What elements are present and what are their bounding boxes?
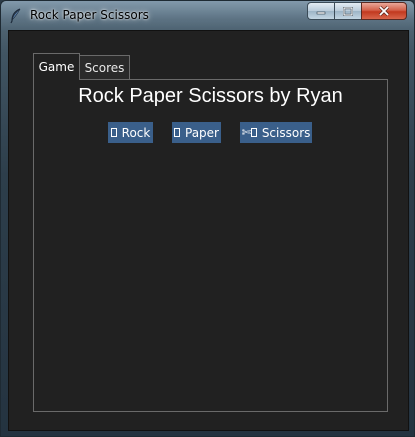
tab-scores[interactable]: Scores	[80, 55, 130, 79]
app-window: Rock Paper Scissors Game Scores Rock Pap…	[0, 0, 415, 437]
paper-button[interactable]: Paper	[172, 122, 221, 143]
client-area: Game Scores Rock Paper Scissors by Ryan …	[8, 30, 409, 431]
feather-icon	[10, 8, 21, 24]
paper-icon	[174, 128, 180, 137]
missing-glyph-icon	[250, 128, 257, 137]
caption-buttons	[307, 2, 407, 21]
rock-icon	[110, 128, 117, 137]
scissors-icon: ✄	[241, 126, 251, 139]
tab-game[interactable]: Game	[33, 53, 80, 80]
title-bar[interactable]: Rock Paper Scissors	[1, 1, 414, 31]
page-title: Rock Paper Scissors by Ryan	[78, 85, 343, 107]
paper-button-label: Paper	[185, 125, 219, 140]
maximize-button[interactable]	[334, 2, 361, 20]
rock-button[interactable]: Rock	[108, 122, 153, 143]
close-button[interactable]	[361, 2, 407, 20]
scissors-button[interactable]: ✄ Scissors	[240, 122, 312, 143]
game-panel: Rock Paper Scissors by Ryan Rock Paper ✄…	[33, 79, 388, 412]
window-title: Rock Paper Scissors	[30, 8, 149, 22]
minimize-icon	[316, 11, 326, 15]
close-icon	[378, 6, 390, 16]
minimize-button[interactable]	[307, 2, 334, 20]
maximize-icon	[343, 6, 353, 16]
rock-button-label: Rock	[121, 125, 151, 140]
scissors-button-label: Scissors	[261, 125, 311, 140]
